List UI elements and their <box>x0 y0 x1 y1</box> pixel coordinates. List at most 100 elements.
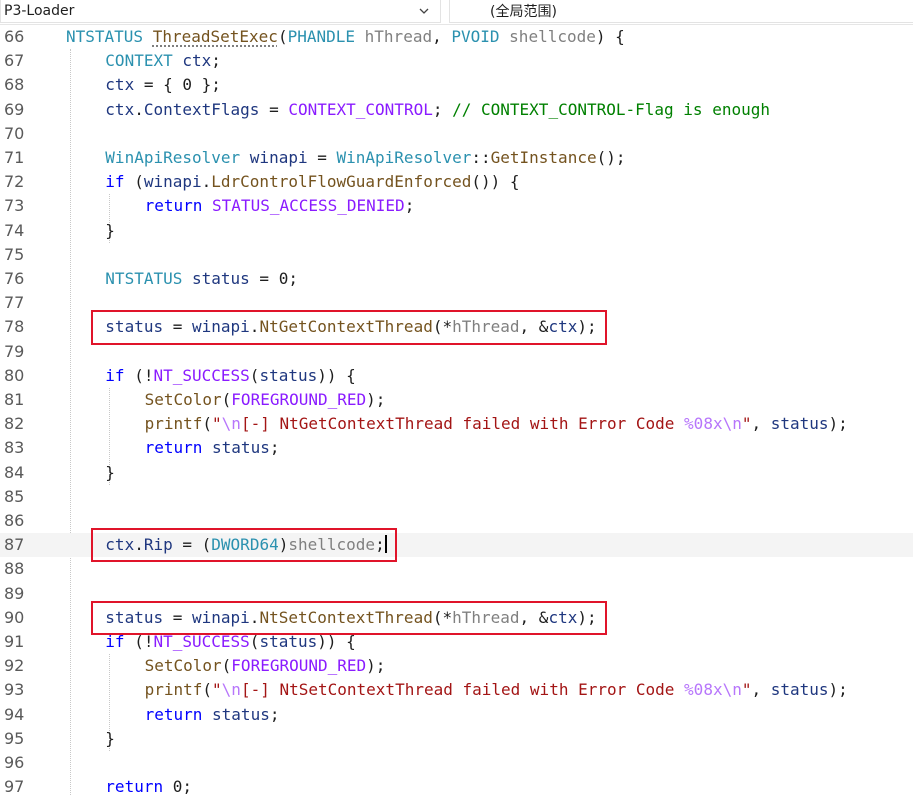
code-token: ()) { <box>471 172 520 192</box>
line-code: SetColor(FOREGROUND_RED); <box>145 388 386 412</box>
line-number: 85 <box>4 486 25 506</box>
line-code: NTSTATUS status = 0; <box>105 267 298 291</box>
code-line[interactable]: 67 CONTEXT ctx; <box>0 49 913 73</box>
line-number: 79 <box>4 341 25 361</box>
line-number: 71 <box>4 148 25 167</box>
code-token: ; <box>269 438 280 458</box>
line-number: 92 <box>4 656 25 676</box>
line-code: return status; <box>145 703 280 727</box>
line-number: 73 <box>4 196 25 216</box>
code-token: ; <box>404 196 415 216</box>
code-line[interactable]: 71 WinApiResolver winapi = WinApiResolver… <box>0 146 913 170</box>
code-line[interactable]: 97 return 0; <box>0 775 913 795</box>
line-code: return 0; <box>105 775 192 795</box>
code-line[interactable]: 92 SetColor(FOREGROUND_RED); <box>0 654 913 678</box>
code-token: " <box>212 680 222 700</box>
code-line[interactable]: 94 return status; <box>0 703 913 727</box>
line-code: } <box>105 727 115 751</box>
code-line[interactable]: 68 ctx = { 0 }; <box>0 73 913 97</box>
code-line[interactable]: 82 printf("\n[-] NtGetContextThread faile… <box>0 412 913 436</box>
line-number: 97 <box>4 777 25 795</box>
code-line[interactable]: 81 SetColor(FOREGROUND_RED); <box>0 388 913 412</box>
code-token: ); <box>366 656 386 676</box>
code-token: status <box>770 414 829 434</box>
code-token: [-] NtGetContextThread failed with Error… <box>240 414 685 434</box>
code-token: ; <box>269 704 280 724</box>
project-dropdown[interactable]: P3-Loader <box>0 0 441 23</box>
line-number: 89 <box>4 583 25 603</box>
line-number: 78 <box>4 317 25 337</box>
code-token: ); <box>828 414 848 434</box>
line-code: WinApiResolver winapi = WinApiResolver::… <box>105 146 625 170</box>
code-token: if <box>105 365 125 385</box>
scope-dropdown[interactable]: (全局范围) <box>449 0 913 23</box>
code-token: , <box>751 680 771 700</box>
line-number: 81 <box>4 390 25 409</box>
code-line[interactable]: 84} <box>0 461 913 485</box>
code-token: status <box>770 680 829 700</box>
code-line[interactable]: 93 printf("\n[-] NtSetContextThread faile… <box>0 678 913 702</box>
code-token: CONTEXT_CONTROL <box>288 99 433 119</box>
code-token: %08x\n <box>684 414 742 434</box>
code-token: " <box>212 414 222 434</box>
code-token: \n <box>221 414 241 434</box>
code-token: ContextFlags <box>143 99 260 119</box>
code-token: status <box>259 365 318 385</box>
code-line[interactable]: 75 <box>0 243 913 267</box>
code-token: NTSTATUS <box>66 27 144 46</box>
code-token: STATUS_ACCESS_DENIED <box>212 196 405 216</box>
code-line[interactable]: 95} <box>0 727 913 751</box>
code-token: return <box>144 438 203 458</box>
code-token: (! <box>124 365 154 385</box>
code-token: = { 0 }; <box>134 75 221 95</box>
code-token: ; <box>432 99 453 119</box>
code-token: ( <box>277 27 288 46</box>
line-code: ctx.ContextFlags = CONTEXT_CONTROL; // C… <box>105 98 770 122</box>
code-token: ctx <box>105 99 135 119</box>
code-token: CONTEXT <box>105 51 173 71</box>
line-number: 75 <box>4 244 25 264</box>
line-number: 93 <box>4 680 25 700</box>
code-token: ( <box>202 414 213 434</box>
code-token: ctx <box>105 75 135 95</box>
line-code: return status; <box>145 436 280 460</box>
code-token: } <box>105 728 115 748</box>
code-line[interactable]: 74} <box>0 219 913 243</box>
code-token: return <box>105 777 164 795</box>
code-token: LdrControlFlowGuardEnforced <box>211 172 472 192</box>
line-code: return STATUS_ACCESS_DENIED; <box>145 194 415 218</box>
code-line[interactable]: 70 <box>0 122 913 146</box>
line-number: 91 <box>4 632 25 651</box>
line-code: if (winapi.LdrControlFlowGuardEnforced()… <box>105 170 519 194</box>
code-line[interactable]: 96 <box>0 751 913 775</box>
code-token: status <box>212 438 270 458</box>
code-editor[interactable]: 66 NTSTATUS ThreadSetExec(PHANDLE hThread… <box>0 24 913 795</box>
code-token: ) { <box>595 27 625 46</box>
code-line[interactable]: 83 return status; <box>0 436 913 460</box>
code-line[interactable]: 69 ctx.ContextFlags = CONTEXT_CONTROL; //… <box>0 98 913 122</box>
line-number: 66 <box>4 27 25 46</box>
code-token: WinApiResolver <box>105 148 241 167</box>
code-token: ThreadSetExec <box>152 27 278 46</box>
code-token: 0; <box>163 777 192 795</box>
code-token: ( <box>124 172 144 192</box>
line-number: 70 <box>4 123 25 143</box>
code-line[interactable]: 76 NTSTATUS status = 0; <box>0 267 913 291</box>
code-token: . <box>134 99 144 119</box>
line-number: 88 <box>4 559 25 579</box>
code-token: } <box>105 462 115 482</box>
code-line[interactable]: 73 return STATUS_ACCESS_DENIED; <box>0 194 913 218</box>
code-token: WinApiResolver <box>336 148 472 167</box>
code-line[interactable]: 66 NTSTATUS ThreadSetExec(PHANDLE hThread… <box>0 25 913 49</box>
code-line[interactable]: 85 <box>0 485 913 509</box>
code-line[interactable]: 72 if (winapi.LdrControlFlowGuardEnforced… <box>0 170 913 194</box>
line-code: printf("\n[-] NtGetContextThread failed … <box>145 412 848 436</box>
code-token: ); <box>366 390 386 409</box>
code-line[interactable]: 80 if (!NT_SUCCESS(status)) { <box>0 364 913 388</box>
chevron-down-icon <box>419 8 429 14</box>
